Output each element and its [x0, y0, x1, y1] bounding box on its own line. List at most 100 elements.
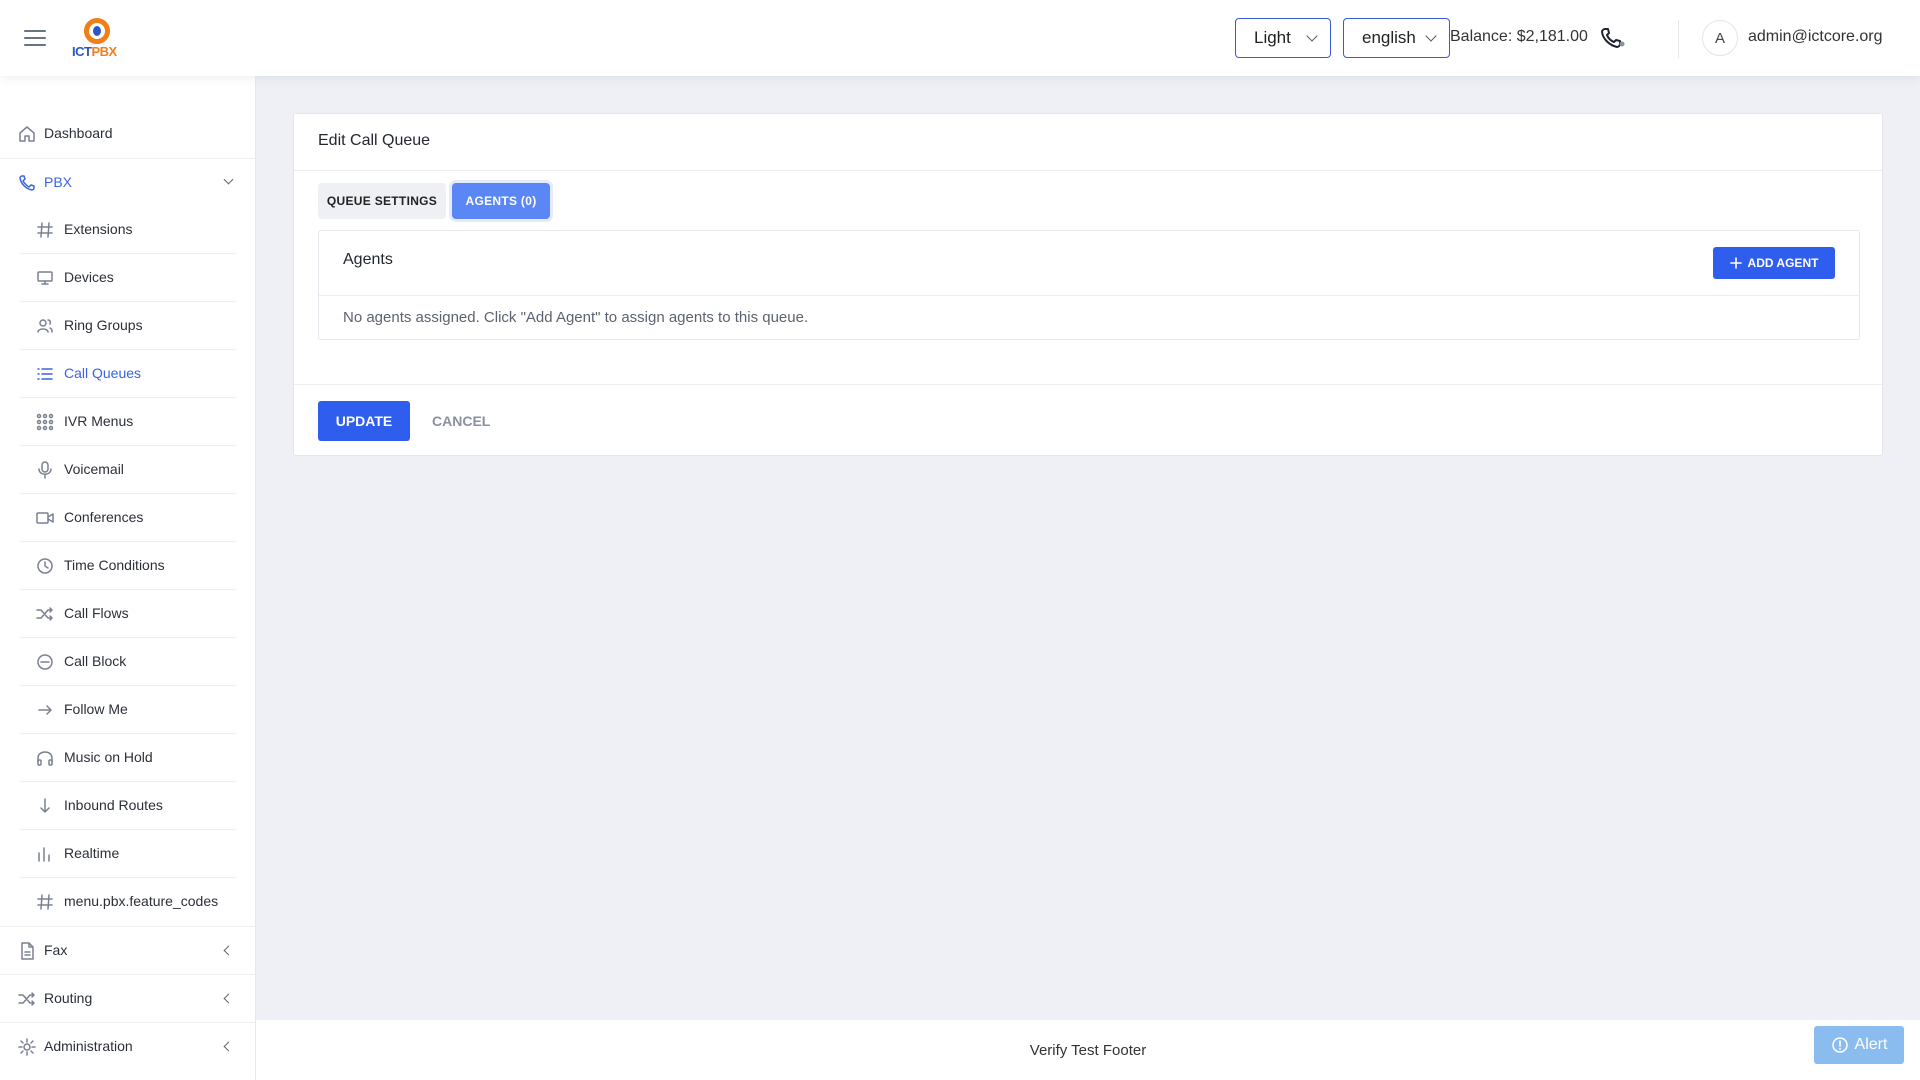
sidebar-item-label: Fax: [44, 942, 68, 958]
sidebar-item-follow-me[interactable]: Follow Me: [20, 686, 236, 734]
minus-circle-icon: [37, 654, 53, 670]
gear-icon: [18, 1038, 36, 1056]
shuffle-icon: [36, 607, 53, 621]
ictpbx-logo[interactable]: ICTPBX: [72, 18, 124, 60]
hamburger-menu-icon[interactable]: [24, 30, 46, 46]
sidebar-item-label: Time Conditions: [64, 557, 165, 573]
sidebar-item-label: IVR Menus: [64, 413, 134, 429]
logo-mark-icon: [84, 18, 110, 44]
edit-call-queue-card: Edit Call Queue QUEUE SETTINGS AGENTS (0…: [293, 113, 1883, 456]
sidebar-item-label: Call Queues: [64, 365, 142, 381]
sidebar-item-ring-groups[interactable]: Ring Groups: [20, 302, 236, 350]
sidebar-item-label: Devices: [64, 269, 114, 285]
add-agent-button[interactable]: ADD AGENT: [1713, 247, 1835, 279]
sidebar-item-time-conditions[interactable]: Time Conditions: [20, 542, 236, 590]
empty-state-message: No agents assigned. Click "Add Agent" to…: [343, 309, 809, 326]
chevron-left-icon: [223, 945, 234, 956]
sidebar-item-label: Conferences: [64, 509, 144, 525]
sidebar-item-label: Realtime: [64, 845, 120, 861]
bar-chart-icon: [38, 847, 50, 862]
theme-select-value: Light: [1254, 28, 1291, 47]
agents-panel: Agents ADD AGENT No agents assigned. Cli…: [318, 230, 1860, 340]
microphone-icon: [38, 461, 52, 479]
sidebar-item-label: Extensions: [64, 221, 133, 237]
theme-select[interactable]: Light: [1235, 18, 1331, 58]
hash-icon: [37, 894, 53, 910]
divider: [294, 170, 1882, 171]
sidebar-item-voicemail[interactable]: Voicemail: [20, 446, 236, 494]
sidebar-item-music-on-hold[interactable]: Music on Hold: [20, 734, 236, 782]
user-email[interactable]: admin@ictcore.org: [1748, 28, 1883, 46]
sidebar-item-realtime[interactable]: Realtime: [20, 830, 236, 878]
alert-circle-icon: [1831, 1037, 1848, 1053]
top-header: ICTPBX Light english Balance: $2,181.00 …: [0, 0, 1920, 76]
headphones-icon: [37, 751, 53, 766]
language-select-value: english: [1362, 28, 1416, 47]
update-button[interactable]: UPDATE: [318, 401, 410, 441]
header-divider: [1678, 20, 1679, 58]
sidebar-item-pbx[interactable]: PBX: [0, 158, 255, 206]
sidebar-item-routing[interactable]: Routing: [0, 974, 255, 1022]
page-title: Edit Call Queue: [318, 132, 431, 149]
file-icon: [21, 942, 34, 960]
page-footer: Verify Test Footer: [256, 1020, 1920, 1080]
phone-icon: [19, 175, 35, 191]
divider: [294, 384, 1882, 385]
list-icon: [37, 368, 53, 380]
clock-icon: [37, 558, 53, 574]
chevron-down-icon: [1425, 30, 1437, 42]
sidebar-item-conferences[interactable]: Conferences: [20, 494, 236, 542]
sidebar-item-label: Dashboard: [44, 125, 113, 141]
sidebar-item-call-queues[interactable]: Call Queues: [20, 350, 236, 398]
alert-label: Alert: [1854, 1036, 1888, 1053]
sidebar-item-call-block[interactable]: Call Block: [20, 638, 236, 686]
sidebar-item-label: Call Flows: [64, 605, 129, 621]
home-icon: [19, 126, 35, 142]
chevron-left-icon: [223, 993, 234, 1004]
sidebar-item-call-flows[interactable]: Call Flows: [20, 590, 236, 638]
shuffle-icon: [18, 992, 35, 1006]
add-agent-label: ADD AGENT: [1747, 256, 1819, 270]
arrow-down-icon: [40, 798, 50, 813]
balance-text: Balance: $2,181.00: [1450, 28, 1588, 45]
agents-title: Agents: [343, 251, 393, 268]
sidebar-item-devices[interactable]: Devices: [20, 254, 236, 302]
monitor-icon: [37, 271, 53, 285]
sidebar-item-fax[interactable]: Fax: [0, 926, 255, 974]
sidebar-item-inbound-routes[interactable]: Inbound Routes: [20, 782, 236, 830]
users-icon: [37, 319, 53, 333]
sidebar-item-ivr-menus[interactable]: IVR Menus: [20, 398, 236, 446]
tab-agents[interactable]: AGENTS (0): [452, 183, 550, 219]
sidebar-item-label: Follow Me: [64, 701, 128, 717]
sidebar-item-label: Music on Hold: [64, 749, 153, 765]
footer-text: Verify Test Footer: [1029, 1042, 1147, 1059]
sidebar-item-dashboard[interactable]: Dashboard: [0, 110, 255, 158]
chevron-down-icon: [1306, 30, 1318, 42]
grid-icon: [36, 413, 54, 431]
sidebar-item-label: Ring Groups: [64, 317, 143, 333]
sidebar-item-label: Voicemail: [64, 461, 124, 477]
sidebar-item-feature-codes[interactable]: menu.pbx.feature_codes: [20, 878, 236, 926]
language-select[interactable]: english: [1343, 18, 1450, 58]
alert-button[interactable]: Alert: [1814, 1026, 1904, 1064]
sidebar-item-label: Call Block: [64, 653, 127, 669]
divider: [319, 295, 1859, 296]
phone-status-icon[interactable]: [1600, 26, 1626, 50]
chevron-left-icon: [223, 1041, 234, 1052]
sidebar-item-administration[interactable]: Administration: [0, 1022, 255, 1070]
sidebar-item-label: Routing: [44, 990, 93, 1006]
sidebar-item-extensions[interactable]: Extensions: [20, 206, 236, 254]
cancel-button[interactable]: CANCEL: [424, 401, 498, 441]
user-avatar[interactable]: A: [1702, 20, 1738, 56]
arrow-right-icon: [38, 705, 52, 715]
sidebar-item-label: PBX: [44, 174, 73, 190]
sidebar: Dashboard PBX Extensions Devices Ring Gr…: [0, 76, 256, 1080]
video-icon: [36, 512, 54, 524]
sidebar-item-label: Administration: [44, 1038, 133, 1054]
sidebar-item-label: menu.pbx.feature_codes: [64, 893, 219, 909]
chevron-down-icon: [223, 174, 234, 185]
plus-icon: [1729, 257, 1742, 269]
hash-icon: [37, 222, 53, 238]
tab-queue-settings[interactable]: QUEUE SETTINGS: [318, 183, 446, 219]
sidebar-item-label: Inbound Routes: [64, 797, 163, 813]
